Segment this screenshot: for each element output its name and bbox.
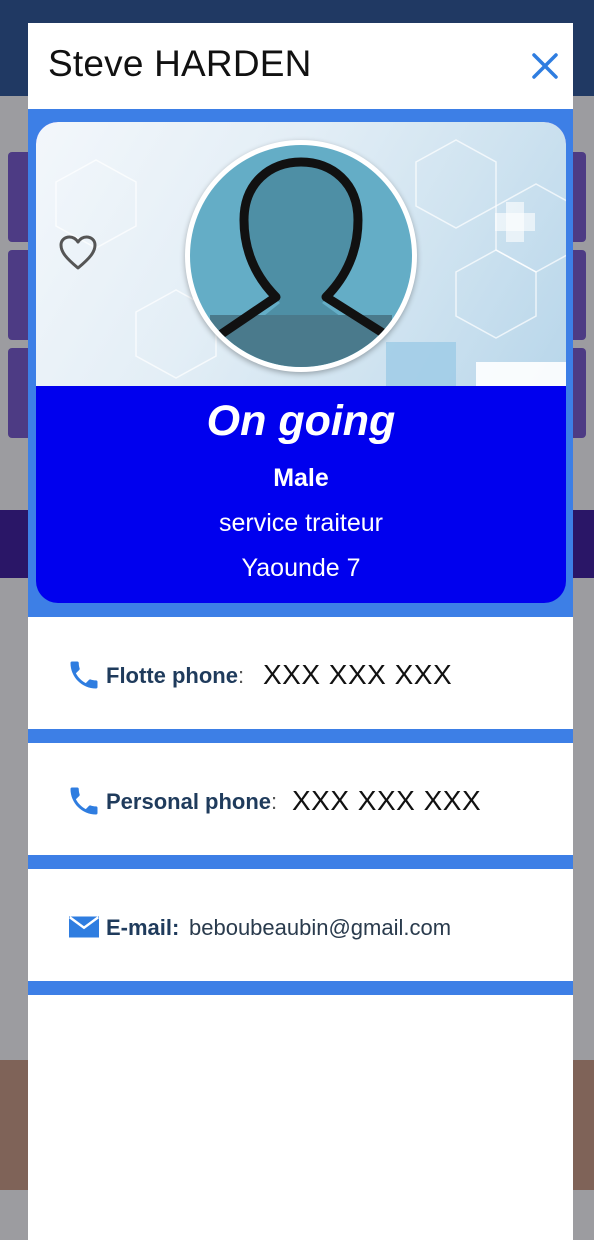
fleet-phone-value[interactable]: XXX XXX XXX	[263, 659, 452, 691]
location-text: Yaounde 7	[241, 554, 361, 582]
personal-phone-call-button[interactable]	[66, 783, 102, 819]
email-row: E-mail: beboubeaubin@gmail.com	[28, 869, 573, 981]
personal-phone-value[interactable]: XXX XXX XXX	[292, 785, 481, 817]
phone-icon	[70, 661, 98, 689]
profile-card: On going Male service traiteur Yaounde 7	[36, 122, 566, 603]
row-divider	[28, 729, 573, 743]
email-colon: :	[172, 915, 180, 940]
email-label: E-mail:	[106, 915, 179, 941]
fleet-phone-call-button[interactable]	[66, 657, 102, 693]
row-divider	[28, 981, 573, 995]
service-text: service traiteur	[219, 509, 383, 537]
personal-phone-colon: :	[271, 789, 278, 814]
email-send-button[interactable]	[66, 909, 102, 945]
personal-phone-row: Personal phone: XXX XXX XXX	[28, 743, 573, 855]
person-avatar-icon	[210, 157, 392, 367]
avatar	[185, 140, 417, 372]
status-text: On going	[206, 397, 396, 445]
fleet-phone-label-text: Flotte phone	[106, 663, 238, 688]
gender-text: Male	[273, 464, 329, 492]
modal-empty-area	[28, 997, 573, 1240]
close-button[interactable]	[528, 49, 562, 83]
favorite-button[interactable]	[58, 234, 98, 272]
personal-phone-label: Personal phone:	[106, 789, 277, 815]
fleet-phone-row: Flotte phone: XXX XXX XXX	[28, 617, 573, 729]
modal-title: Steve HARDEN	[48, 43, 312, 84]
email-label-text: E-mail	[106, 915, 173, 940]
heart-outline-icon	[59, 235, 97, 270]
personal-phone-label-text: Personal phone	[106, 789, 272, 814]
phone-icon	[70, 787, 98, 815]
modal-header: Steve HARDEN	[28, 23, 573, 109]
profile-hero	[36, 122, 566, 386]
fleet-phone-label: Flotte phone:	[106, 663, 244, 689]
row-divider	[28, 855, 573, 869]
mail-icon	[69, 916, 99, 938]
fleet-phone-colon: :	[237, 663, 245, 688]
close-icon	[532, 53, 558, 79]
email-value[interactable]: beboubeaubin@gmail.com	[189, 915, 451, 941]
profile-modal: Steve HARDEN On going Male service trait…	[28, 23, 573, 1240]
